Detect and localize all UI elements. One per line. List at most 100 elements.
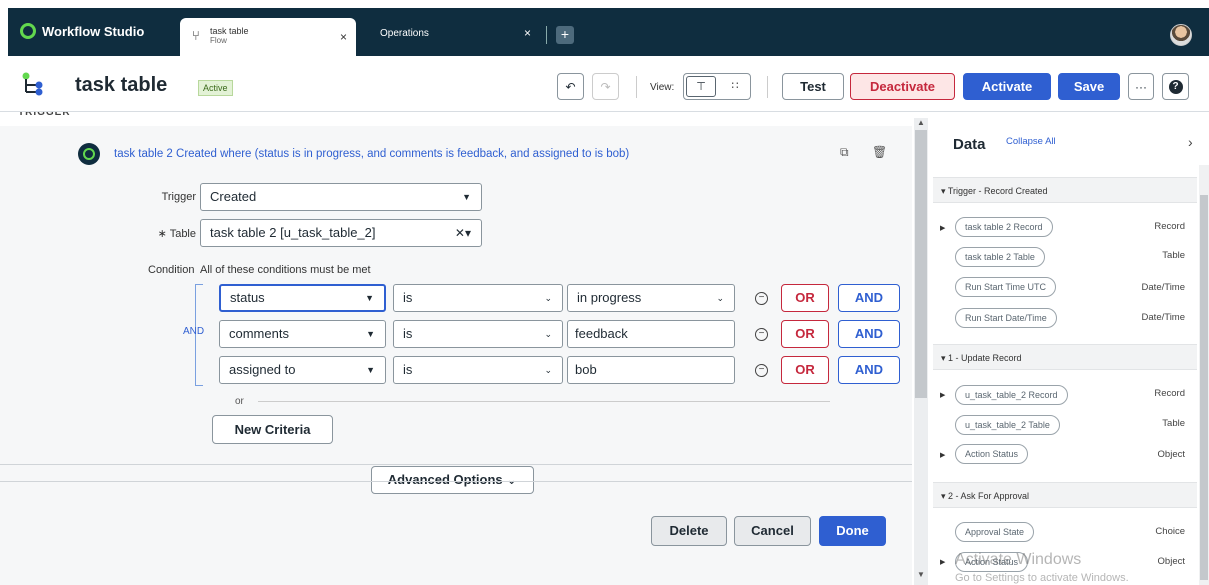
table-label: ∗ Table: [157, 228, 196, 240]
help-button[interactable]: ?: [1162, 73, 1189, 100]
advanced-options-button[interactable]: Advanced Options ⌄: [371, 466, 534, 494]
clear-caret-icon[interactable]: ✕▾: [455, 220, 471, 246]
collapse-all-link[interactable]: Collapse All: [1006, 136, 1056, 147]
trigger-select[interactable]: Created ▼: [200, 183, 482, 211]
condition-field-select[interactable]: status ▼: [219, 284, 386, 312]
activate-button[interactable]: Activate: [963, 73, 1051, 100]
divider: [0, 464, 912, 465]
trigger-step-icon: [78, 143, 100, 165]
deactivate-button[interactable]: Deactivate: [850, 73, 955, 100]
data-type: Date/Time: [1141, 312, 1185, 323]
data-section-update-record[interactable]: ▾ 1 - Update Record: [933, 344, 1197, 370]
data-type: Record: [1154, 221, 1185, 232]
data-type: Object: [1157, 449, 1185, 460]
and-button[interactable]: AND: [838, 284, 900, 312]
divider: [636, 76, 637, 98]
undo-button[interactable]: ↶: [557, 73, 584, 100]
remove-condition-icon[interactable]: −: [755, 364, 768, 377]
condition-operator-select[interactable]: is ⌄: [393, 356, 563, 384]
app-brand[interactable]: Workflow Studio: [20, 23, 144, 39]
data-pill[interactable]: u_task_table_2 Table: [955, 415, 1060, 435]
and-button[interactable]: AND: [838, 320, 900, 348]
copy-icon[interactable]: ⧉: [840, 145, 849, 160]
flow-tree-icon: [22, 72, 43, 96]
data-pill[interactable]: Run Start Date/Time: [955, 308, 1057, 328]
flow-header: task table Active ↶ ↷ View: ⊤ ∷ Test Dea…: [0, 56, 1209, 112]
condition-value-select[interactable]: in progress ⌄: [567, 284, 735, 312]
data-pill[interactable]: Run Start Time UTC: [955, 277, 1057, 297]
condition-operator: is: [403, 326, 413, 341]
expand-caret-icon[interactable]: ▶: [940, 391, 945, 399]
remove-condition-icon[interactable]: −: [755, 328, 768, 341]
tree-view-icon[interactable]: ⊤: [686, 76, 716, 97]
advanced-options-label: Advanced Options: [387, 472, 503, 487]
or-button[interactable]: OR: [781, 320, 829, 348]
data-pill[interactable]: task table 2 Table: [955, 247, 1045, 267]
divider: [0, 481, 912, 482]
undo-icon: ↶: [565, 79, 576, 94]
or-button[interactable]: OR: [781, 284, 829, 312]
caret-down-icon: ▼: [366, 329, 375, 339]
more-button[interactable]: ···: [1128, 73, 1154, 100]
add-tab-icon[interactable]: +: [556, 26, 574, 44]
redo-icon: ↷: [600, 79, 611, 94]
view-label: View:: [650, 82, 675, 93]
data-pill[interactable]: Action Status: [955, 444, 1029, 464]
expand-caret-icon[interactable]: ▶: [940, 224, 945, 232]
scroll-down-icon[interactable]: ▼: [917, 570, 925, 579]
tab-title: task table: [210, 26, 249, 36]
condition-field-select[interactable]: comments ▼: [219, 320, 386, 348]
data-type: Record: [1154, 388, 1185, 399]
expand-caret-icon[interactable]: ▶: [940, 451, 945, 459]
scroll-up-icon[interactable]: ▲: [917, 118, 925, 127]
trigger-summary[interactable]: task table 2 Created where (status is in…: [114, 148, 629, 160]
condition-operator-select[interactable]: is ⌄: [393, 320, 563, 348]
trash-icon[interactable]: 🗑: [872, 145, 887, 159]
main-scrollbar-thumb[interactable]: [915, 130, 927, 398]
data-section-ask-for-approval[interactable]: ▾ 2 - Ask For Approval: [933, 482, 1197, 508]
condition-description: All of these conditions must be met: [200, 264, 371, 276]
close-icon[interactable]: ×: [524, 26, 531, 40]
chevron-down-icon: ⌄: [544, 293, 552, 303]
redo-button[interactable]: ↷: [592, 73, 619, 100]
data-pill[interactable]: u_task_table_2 Record: [955, 385, 1068, 405]
grid-view-icon[interactable]: ∷: [722, 76, 748, 97]
avatar[interactable]: [1170, 24, 1192, 46]
condition-label: Condition: [148, 264, 195, 276]
data-type: Choice: [1155, 526, 1185, 537]
windows-activation-watermark: Activate Windows: [955, 551, 1082, 568]
section-label: TRIGGER: [18, 112, 71, 118]
condition-value-input[interactable]: feedback: [567, 320, 735, 348]
close-icon[interactable]: ×: [340, 30, 347, 44]
chevron-right-icon[interactable]: ›: [1188, 134, 1193, 150]
data-pill[interactable]: Approval State: [955, 522, 1035, 542]
chevron-down-icon: ⌄: [506, 472, 518, 487]
and-button[interactable]: AND: [838, 356, 900, 384]
condition-operator-select[interactable]: is ⌄: [393, 284, 563, 312]
table-select[interactable]: task table 2 [u_task_table_2] ✕▾: [200, 219, 482, 247]
tab-divider: [546, 26, 547, 44]
save-button[interactable]: Save: [1058, 73, 1120, 100]
tab-operations[interactable]: Operations: [380, 28, 429, 39]
condition-field-select[interactable]: assigned to ▼: [219, 356, 386, 384]
condition-value-input[interactable]: bob: [567, 356, 735, 384]
or-button[interactable]: OR: [781, 356, 829, 384]
view-toggle: ⊤ ∷: [683, 73, 751, 100]
and-group-label: AND: [183, 326, 205, 337]
data-section-trigger[interactable]: ▾ Trigger - Record Created: [933, 177, 1197, 203]
delete-button[interactable]: Delete: [651, 516, 727, 546]
tab-task-table[interactable]: ⑂ task table Flow ×: [180, 18, 356, 56]
expand-caret-icon[interactable]: ▶: [940, 558, 945, 566]
data-panel-scrollbar-thumb[interactable]: [1200, 195, 1208, 580]
cancel-button[interactable]: Cancel: [734, 516, 811, 546]
data-pill[interactable]: task table 2 Record: [955, 217, 1053, 237]
data-panel-title: Data: [953, 136, 986, 153]
condition-value: in progress: [577, 290, 642, 305]
condition-field: status: [230, 290, 265, 305]
done-button[interactable]: Done: [819, 516, 886, 546]
data-type: Date/Time: [1141, 282, 1185, 293]
more-icon: ···: [1135, 79, 1147, 94]
new-criteria-button[interactable]: New Criteria: [212, 415, 333, 444]
remove-condition-icon[interactable]: −: [755, 292, 768, 305]
test-button[interactable]: Test: [782, 73, 844, 100]
